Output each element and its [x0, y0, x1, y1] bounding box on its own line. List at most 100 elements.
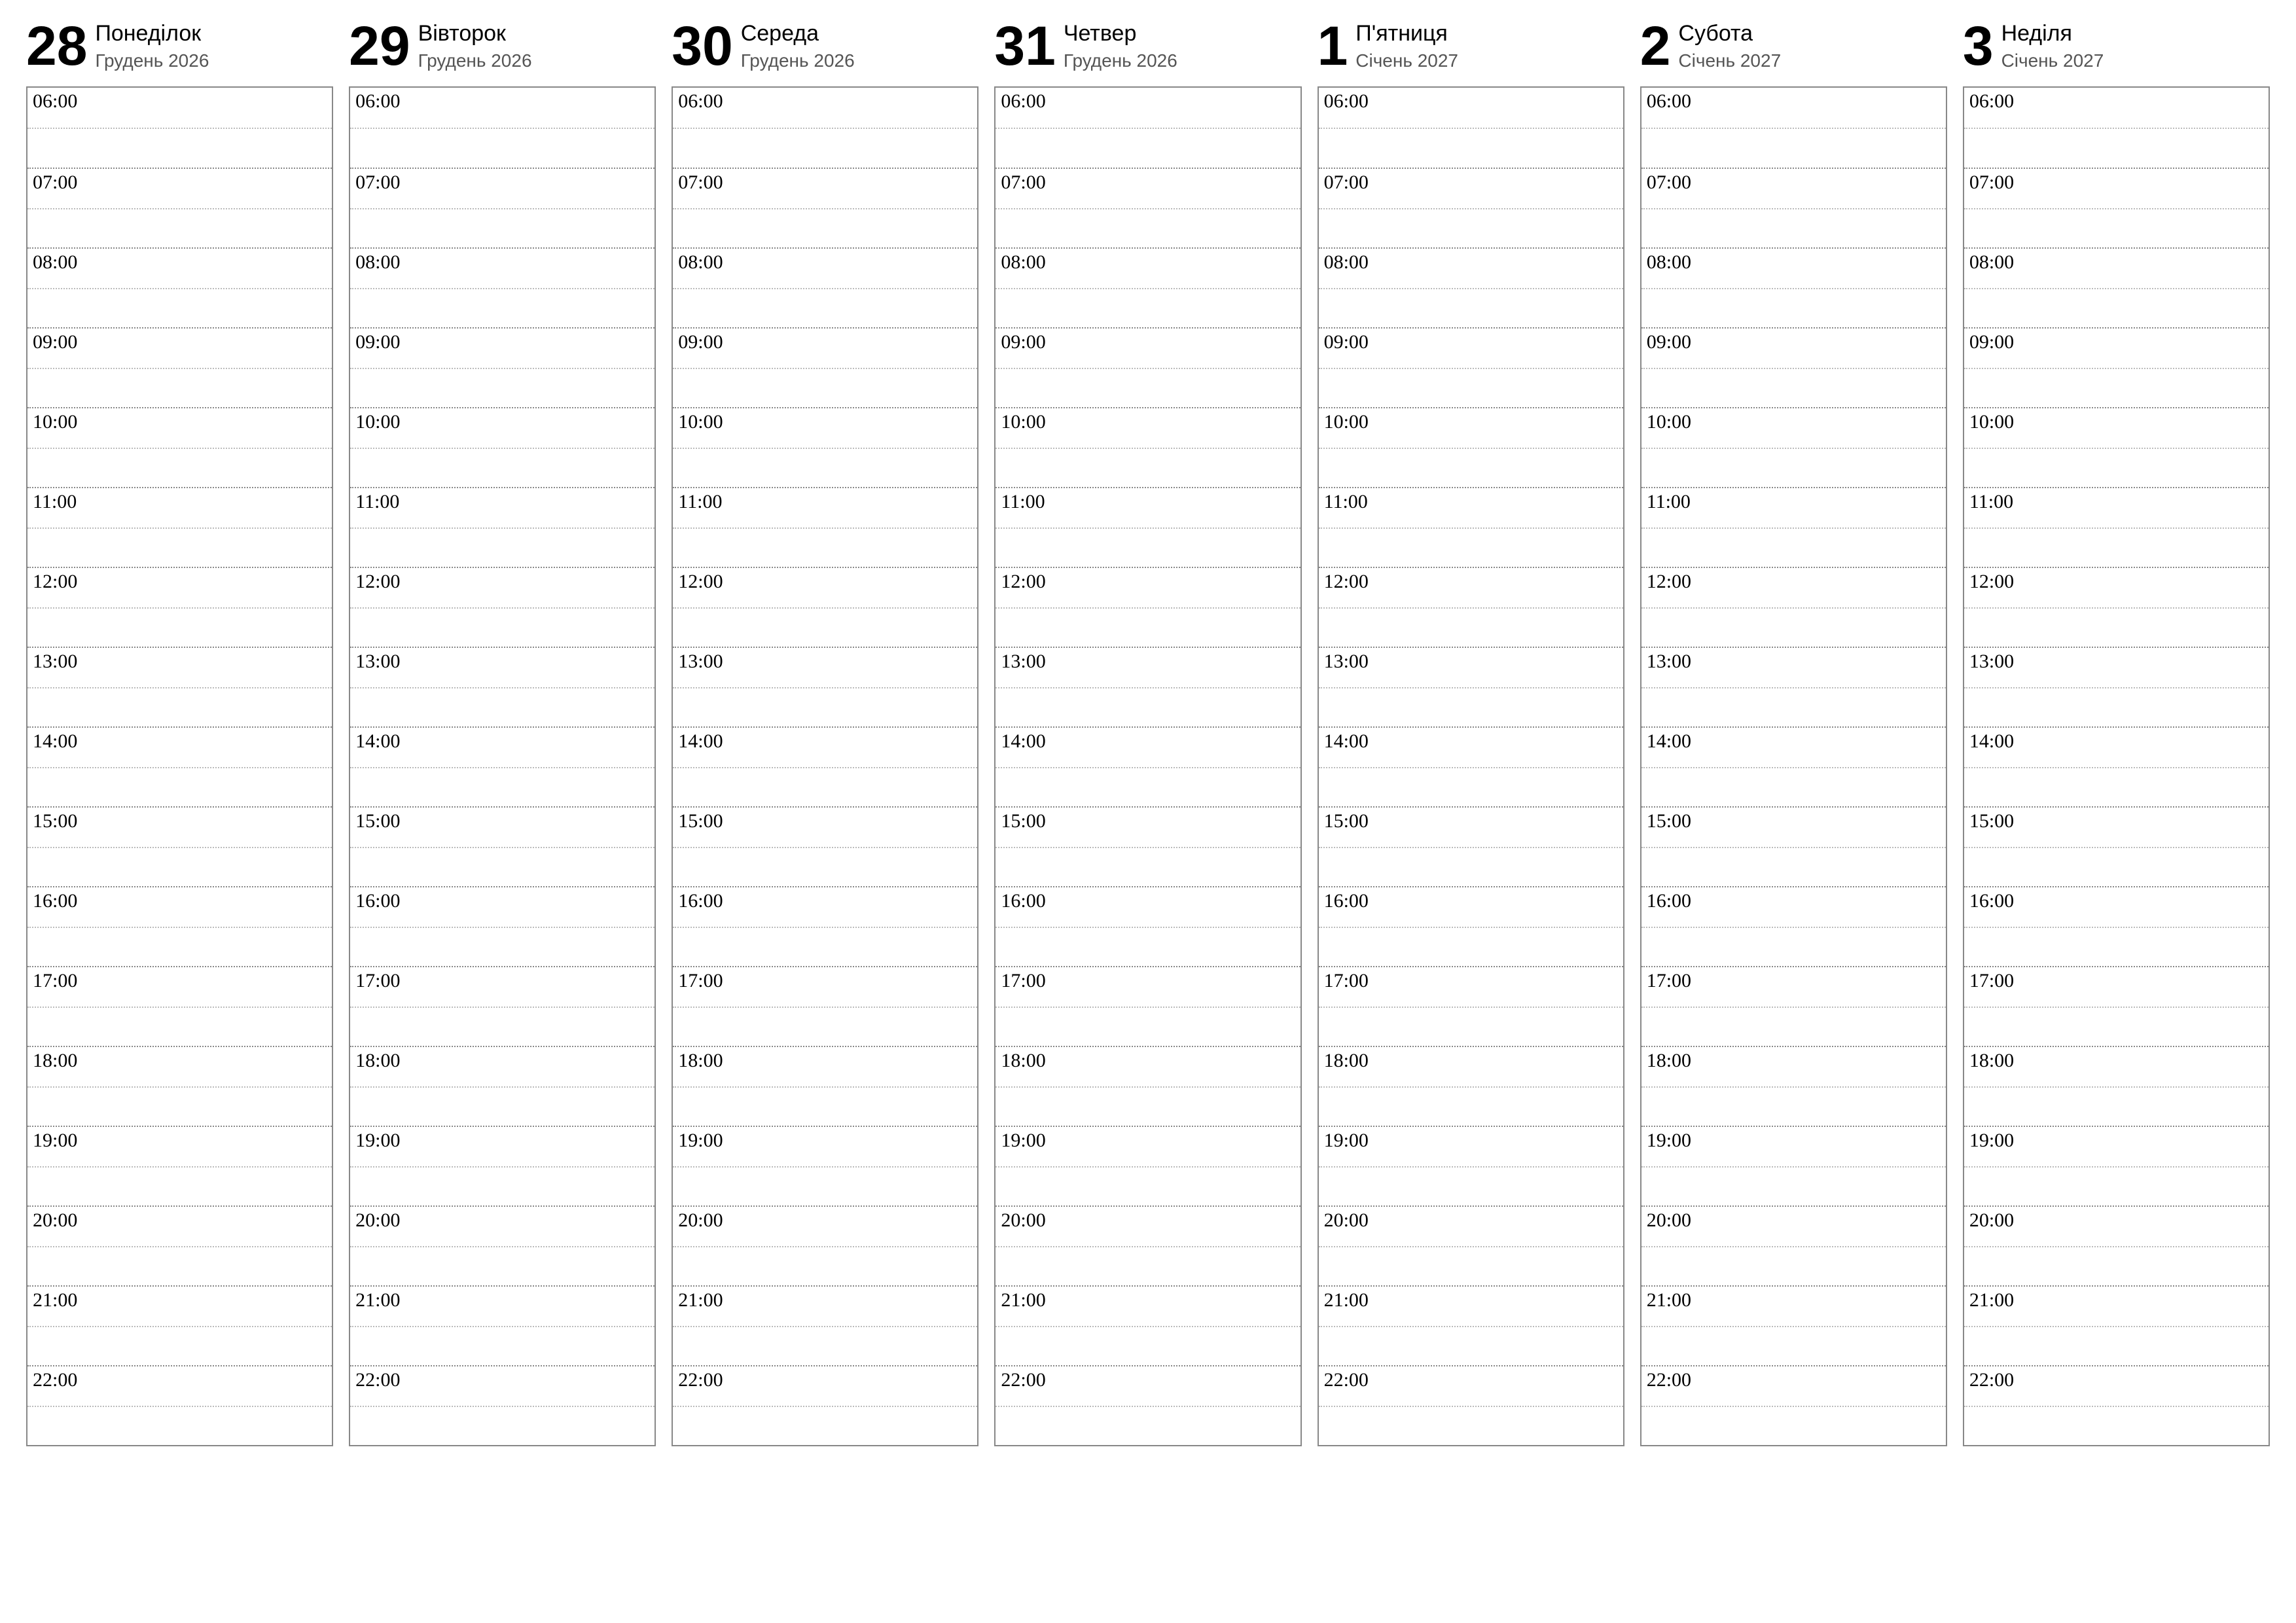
- hour-label: 09:00: [355, 331, 400, 353]
- hour-slot: 20:00: [27, 1205, 332, 1285]
- hour-slot: 16:00: [996, 886, 1300, 966]
- day-number: 28: [26, 18, 87, 73]
- hour-slot: 10:00: [996, 407, 1300, 487]
- hour-label: 22:00: [1324, 1369, 1369, 1391]
- hour-slot: 14:00: [673, 726, 977, 806]
- hour-slot: 06:00: [1641, 88, 1946, 168]
- hour-label: 17:00: [1969, 970, 2014, 992]
- hour-label: 22:00: [1969, 1369, 2014, 1391]
- hour-slot: 07:00: [673, 168, 977, 247]
- day-month-year: Січень 2027: [1355, 50, 1458, 71]
- hour-label: 06:00: [1324, 90, 1369, 113]
- hour-slot: 17:00: [996, 966, 1300, 1046]
- hour-label: 12:00: [678, 571, 723, 593]
- hour-slot: 16:00: [673, 886, 977, 966]
- hour-slot: 20:00: [673, 1205, 977, 1285]
- hours-grid: 06:0007:0008:0009:0010:0011:0012:0013:00…: [1640, 86, 1947, 1446]
- day-meta: СередаГрудень 2026: [741, 21, 855, 71]
- hour-slot: 13:00: [996, 647, 1300, 726]
- hour-label: 08:00: [1324, 251, 1369, 274]
- hour-label: 15:00: [355, 810, 400, 832]
- day-header: 30СередаГрудень 2026: [672, 13, 978, 79]
- hour-slot: 19:00: [673, 1126, 977, 1205]
- hour-label: 08:00: [1001, 251, 1045, 274]
- hour-label: 19:00: [355, 1130, 400, 1152]
- hour-slot: 10:00: [27, 407, 332, 487]
- hour-label: 22:00: [1647, 1369, 1691, 1391]
- hour-label: 13:00: [355, 651, 400, 673]
- hour-slot: 22:00: [27, 1365, 332, 1445]
- hour-label: 18:00: [1969, 1050, 2014, 1072]
- hour-slot: 17:00: [350, 966, 655, 1046]
- hour-slot: 09:00: [996, 327, 1300, 407]
- hour-label: 08:00: [355, 251, 400, 274]
- hour-slot: 17:00: [673, 966, 977, 1046]
- hour-slot: 22:00: [1641, 1365, 1946, 1445]
- day-column: 31ЧетверГрудень 202606:0007:0008:0009:00…: [994, 13, 1301, 1446]
- day-month-year: Грудень 2026: [418, 50, 532, 71]
- hour-slot: 15:00: [350, 806, 655, 886]
- hour-label: 12:00: [33, 571, 77, 593]
- hour-slot: 21:00: [1319, 1285, 1623, 1365]
- hour-slot: 09:00: [350, 327, 655, 407]
- day-meta: П'ятницяСічень 2027: [1355, 21, 1458, 71]
- hour-slot: 09:00: [1641, 327, 1946, 407]
- hour-slot: 15:00: [27, 806, 332, 886]
- hour-slot: 12:00: [350, 567, 655, 647]
- hour-label: 19:00: [1969, 1130, 2014, 1152]
- hour-label: 07:00: [355, 171, 400, 194]
- hour-slot: 19:00: [1319, 1126, 1623, 1205]
- hour-label: 17:00: [355, 970, 400, 992]
- hour-slot: 17:00: [27, 966, 332, 1046]
- hour-label: 19:00: [1001, 1130, 1045, 1152]
- hour-slot: 11:00: [673, 487, 977, 567]
- hours-grid: 06:0007:0008:0009:0010:0011:0012:0013:00…: [26, 86, 333, 1446]
- hour-label: 06:00: [33, 90, 77, 113]
- day-header: 28ПонеділокГрудень 2026: [26, 13, 333, 79]
- hour-label: 06:00: [1647, 90, 1691, 113]
- hour-slot: 09:00: [27, 327, 332, 407]
- hour-slot: 19:00: [1964, 1126, 2269, 1205]
- hour-label: 15:00: [1969, 810, 2014, 832]
- hours-grid: 06:0007:0008:0009:0010:0011:0012:0013:00…: [1963, 86, 2270, 1446]
- hour-label: 09:00: [678, 331, 723, 353]
- hour-slot: 22:00: [996, 1365, 1300, 1445]
- day-month-year: Грудень 2026: [741, 50, 855, 71]
- hour-label: 19:00: [1647, 1130, 1691, 1152]
- hour-slot: 07:00: [1641, 168, 1946, 247]
- hour-slot: 22:00: [1964, 1365, 2269, 1445]
- day-name: Четвер: [1064, 21, 1177, 46]
- hour-label: 18:00: [1001, 1050, 1045, 1072]
- day-header: 31ЧетверГрудень 2026: [994, 13, 1301, 79]
- hour-label: 07:00: [1969, 171, 2014, 194]
- hour-label: 09:00: [1969, 331, 2014, 353]
- hour-slot: 16:00: [350, 886, 655, 966]
- hour-label: 21:00: [355, 1289, 400, 1311]
- day-number: 31: [994, 18, 1055, 73]
- hour-label: 20:00: [1647, 1209, 1691, 1232]
- hour-slot: 22:00: [350, 1365, 655, 1445]
- day-number: 3: [1963, 18, 1994, 73]
- hour-slot: 12:00: [27, 567, 332, 647]
- hour-slot: 11:00: [27, 487, 332, 567]
- week-row: 28ПонеділокГрудень 2026 06:00 07:00 08:00 09…: [26, 13, 2270, 1446]
- hour-slot: 14:00: [1964, 726, 2269, 806]
- hour-slot: 14:00: [1319, 726, 1623, 806]
- hour-label: 16:00: [355, 890, 400, 912]
- hour-label: 10:00: [1969, 411, 2014, 433]
- hour-slot: 18:00: [673, 1046, 977, 1126]
- hour-slot: 15:00: [996, 806, 1300, 886]
- hour-label: 16:00: [1324, 890, 1369, 912]
- hour-label: 17:00: [1001, 970, 1045, 992]
- hour-label: 14:00: [1324, 730, 1369, 753]
- hour-slot: 20:00: [1964, 1205, 2269, 1285]
- hour-label: 21:00: [1001, 1289, 1045, 1311]
- hour-label: 09:00: [1647, 331, 1691, 353]
- hour-label: 17:00: [678, 970, 723, 992]
- hour-label: 11:00: [355, 491, 399, 513]
- hour-slot: 13:00: [673, 647, 977, 726]
- hour-label: 07:00: [1647, 171, 1691, 194]
- hour-label: 10:00: [1001, 411, 1045, 433]
- hour-slot: 08:00: [1964, 247, 2269, 327]
- hour-label: 22:00: [678, 1369, 723, 1391]
